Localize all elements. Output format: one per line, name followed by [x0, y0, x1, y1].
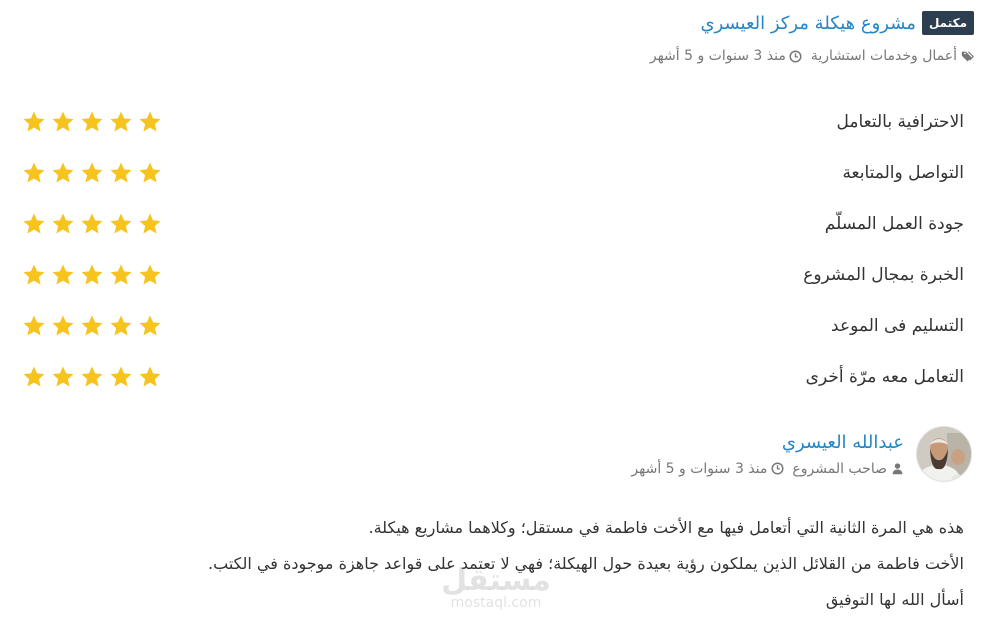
clock-icon: [789, 49, 803, 63]
rating-row: التعامل معه مرّة أخرى: [22, 351, 964, 402]
star-icon: [109, 365, 133, 389]
reviewer-meta: صاحب المشروع منذ 3 سنوات و 5 أشهر: [631, 461, 904, 477]
rating-stars: [22, 161, 162, 185]
status-badge: مكتمل: [921, 11, 974, 35]
star-icon: [109, 263, 133, 287]
rating-label: التسليم فى الموعد: [831, 315, 964, 336]
star-icon: [80, 365, 104, 389]
star-icon: [22, 263, 46, 287]
review-paragraph: هذه هي المرة الثانية التي أتعامل فيها مع…: [368, 518, 964, 537]
rating-stars: [22, 110, 162, 134]
star-icon: [51, 161, 75, 185]
project-category-label: أعمال وخدمات استشارية: [810, 48, 957, 64]
star-icon: [109, 161, 133, 185]
rating-label: التعامل معه مرّة أخرى: [805, 366, 964, 387]
rating-stars: [22, 263, 162, 287]
star-icon: [80, 161, 104, 185]
star-icon: [51, 110, 75, 134]
star-icon: [22, 161, 46, 185]
ratings-list: الاحترافية بالتعامل التواصل والمتابعة جو…: [22, 96, 964, 402]
project-title-link[interactable]: مشروع هيكلة مركز العيسري: [700, 13, 915, 34]
project-title-row: مكتمل مشروع هيكلة مركز العيسري: [14, 8, 974, 38]
star-icon: [138, 314, 162, 338]
star-icon: [138, 263, 162, 287]
star-icon: [109, 110, 133, 134]
rating-label: الاحترافية بالتعامل: [836, 111, 964, 132]
star-icon: [80, 212, 104, 236]
star-icon: [51, 314, 75, 338]
avatar[interactable]: [916, 426, 972, 482]
project-meta: أعمال وخدمات استشارية منذ 3 سنوات و 5 أش…: [14, 48, 974, 64]
project-category[interactable]: أعمال وخدمات استشارية: [811, 48, 974, 64]
clock-icon: [770, 462, 784, 476]
star-icon: [51, 212, 75, 236]
reviewer-role-label: صاحب المشروع: [792, 460, 887, 477]
rating-stars: [22, 314, 162, 338]
reviewer: عبدالله العيسري صاحب المشروع منذ 3 سنوات…: [14, 426, 972, 482]
star-icon: [22, 314, 46, 338]
project-time-label: منذ 3 سنوات و 5 أشهر: [649, 48, 786, 64]
review-paragraph: أسأل الله لها التوفيق: [825, 590, 964, 609]
rating-row: الخبرة بمجال المشروع: [22, 249, 964, 300]
reviewer-role: صاحب المشروع: [792, 461, 904, 477]
rating-row: الاحترافية بالتعامل: [22, 96, 964, 147]
star-icon: [138, 110, 162, 134]
review-card: عبدالله العيسري صاحب المشروع منذ 3 سنوات…: [14, 426, 972, 482]
star-icon: [51, 365, 75, 389]
rating-row: جودة العمل المسلّم: [22, 198, 964, 249]
reviewer-info: عبدالله العيسري صاحب المشروع منذ 3 سنوات…: [631, 432, 904, 477]
star-icon: [138, 365, 162, 389]
rating-label: التواصل والمتابعة: [842, 162, 964, 183]
rating-stars: [22, 212, 162, 236]
star-icon: [138, 212, 162, 236]
star-icon: [109, 212, 133, 236]
rating-label: الخبرة بمجال المشروع: [803, 264, 964, 285]
review-time-label: منذ 3 سنوات و 5 أشهر: [631, 460, 768, 477]
rating-row: التواصل والمتابعة: [22, 147, 964, 198]
project-time: منذ 3 سنوات و 5 أشهر: [650, 48, 803, 64]
tags-icon: [960, 49, 974, 63]
rating-stars: [22, 365, 162, 389]
star-icon: [22, 365, 46, 389]
user-icon: [890, 462, 904, 476]
star-icon: [138, 161, 162, 185]
rating-label: جودة العمل المسلّم: [824, 213, 964, 234]
star-icon: [80, 314, 104, 338]
review-text: هذه هي المرة الثانية التي أتعامل فيها مع…: [14, 510, 964, 618]
review-time: منذ 3 سنوات و 5 أشهر: [631, 461, 784, 477]
project-header: مكتمل مشروع هيكلة مركز العيسري أعمال وخد…: [14, 8, 974, 64]
star-icon: [22, 110, 46, 134]
rating-row: التسليم فى الموعد: [22, 300, 964, 351]
review-paragraph: الأخت فاطمة من القلائل الذين يملكون رؤية…: [208, 554, 964, 573]
star-icon: [109, 314, 133, 338]
star-icon: [80, 110, 104, 134]
star-icon: [80, 263, 104, 287]
star-icon: [22, 212, 46, 236]
reviewer-name-link[interactable]: عبدالله العيسري: [782, 432, 904, 453]
star-icon: [51, 263, 75, 287]
